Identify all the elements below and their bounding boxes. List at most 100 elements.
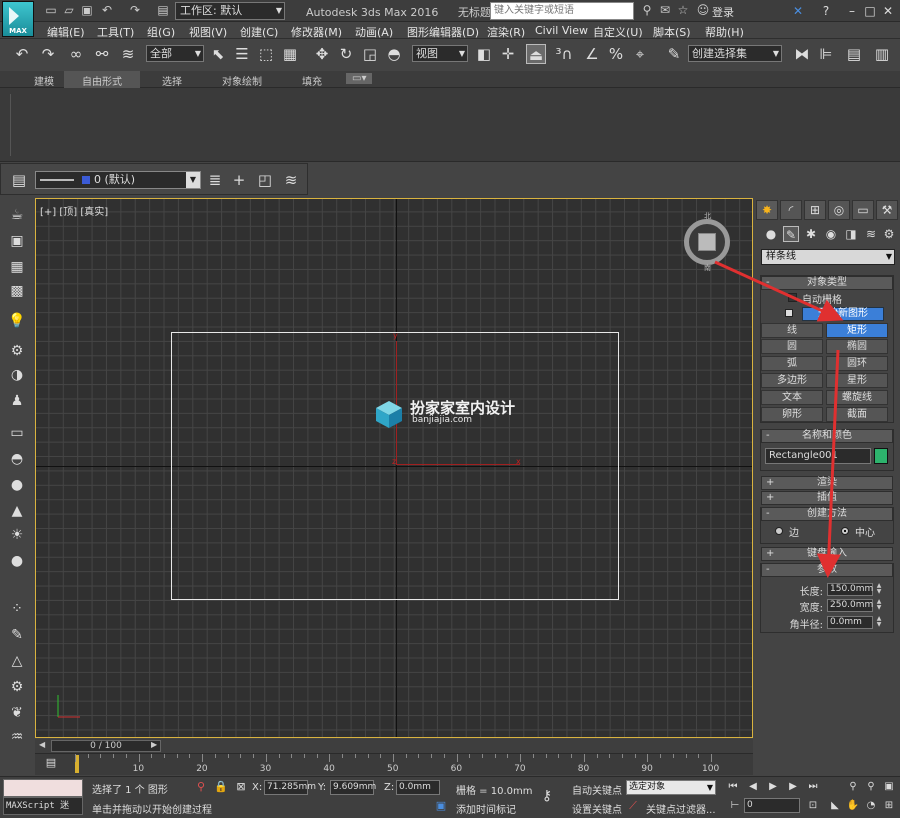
viewport-label[interactable]: [+] [顶] [真实]: [40, 203, 108, 218]
length-input[interactable]: 150.0mm: [827, 583, 873, 596]
width-input[interactable]: 250.0mm: [827, 599, 873, 612]
align-icon[interactable]: ⊫: [816, 44, 836, 64]
track-bar[interactable]: 10 20 30 40 50 60 70 80 90 100: [35, 753, 753, 775]
named-selection-dropdown[interactable]: 创建选择集 ▼: [688, 45, 782, 62]
name-and-color-header[interactable]: - 名称和颜色: [761, 429, 893, 443]
undo-icon[interactable]: ↶: [100, 3, 114, 17]
reference-coordinate-dropdown[interactable]: 视图 ▼: [412, 45, 468, 62]
auto-key-button[interactable]: 自动关键点: [572, 782, 622, 797]
viewcube[interactable]: [684, 219, 730, 265]
auto-grid-checkbox[interactable]: [788, 293, 797, 302]
spinner-snap-icon[interactable]: ⌖: [630, 44, 650, 64]
ribbon-toggle-icon[interactable]: ▭▾: [346, 73, 373, 84]
rectangular-selection-icon[interactable]: ⬚: [256, 44, 276, 64]
parameters-header[interactable]: - 参数: [761, 563, 893, 577]
ball-icon[interactable]: ●: [8, 552, 26, 570]
use-pivot-center-icon[interactable]: ◧: [474, 44, 494, 64]
zoom-icon[interactable]: ⚲: [846, 780, 860, 794]
hair-icon[interactable]: ♒: [8, 728, 26, 746]
gear-icon[interactable]: ⚙: [8, 678, 26, 696]
key-filters-icon[interactable]: ⟋: [626, 799, 640, 813]
close-button[interactable]: ✕: [880, 3, 896, 19]
current-frame-field[interactable]: 0: [744, 798, 800, 813]
dots-icon[interactable]: ⁘: [8, 600, 26, 618]
z-coordinate-field[interactable]: 0.0mm: [396, 780, 440, 795]
prev-frame-icon[interactable]: ◀: [39, 740, 45, 749]
display-tab-icon[interactable]: ▭: [852, 200, 874, 220]
geometry-icon[interactable]: ●: [763, 226, 779, 242]
edit-named-selection-icon[interactable]: ✎: [664, 44, 684, 64]
line-button[interactable]: 线: [761, 323, 823, 338]
select-and-link-icon[interactable]: ∞: [66, 44, 86, 64]
sphere-half-icon[interactable]: ◑: [8, 366, 26, 384]
select-and-rotate-icon[interactable]: ↻: [336, 44, 356, 64]
key-filter-selection-dropdown[interactable]: 选定对象 ▼: [626, 780, 716, 795]
toggle-ribbon-icon[interactable]: ▥: [872, 44, 892, 64]
create-layer-icon[interactable]: ≣: [205, 170, 225, 190]
text-button[interactable]: 文本: [761, 390, 823, 405]
add-to-layer-icon[interactable]: +: [229, 170, 249, 190]
grass-icon[interactable]: ❦: [8, 704, 26, 722]
new-scene-icon[interactable]: ▭: [44, 3, 58, 17]
favorites-star-icon[interactable]: ☆: [676, 3, 690, 17]
shapes-icon[interactable]: ✎: [783, 226, 799, 242]
triangle-icon[interactable]: △: [8, 652, 26, 670]
key-mode-icon[interactable]: ⊢: [728, 799, 742, 813]
layer-dropdown[interactable]: 0 (默认) ▼: [35, 171, 201, 189]
length-spinner[interactable]: ▲ ▼: [875, 583, 883, 596]
cameras-icon[interactable]: ◉: [823, 226, 839, 242]
next-frame-icon[interactable]: ▶: [151, 740, 157, 749]
save-file-icon[interactable]: ▣: [80, 3, 94, 17]
star-button[interactable]: 星形: [826, 373, 888, 388]
menu-civil-view[interactable]: Civil View: [535, 24, 588, 37]
camera-icon[interactable]: ⚙: [8, 342, 26, 360]
isolate-selection-icon[interactable]: ⚲: [194, 780, 208, 794]
circle-button[interactable]: 圆: [761, 339, 823, 354]
systems-icon[interactable]: ⚙: [881, 226, 897, 242]
tab-populate[interactable]: 填充: [302, 73, 322, 88]
add-time-tag[interactable]: 添加时间标记: [456, 801, 516, 816]
select-object-icon[interactable]: ⬉: [208, 44, 228, 64]
object-name-input[interactable]: Rectangle001: [765, 448, 871, 464]
start-new-shape-button[interactable]: 开始新图形: [802, 307, 884, 321]
exchange-apps-icon[interactable]: ✕: [790, 3, 806, 19]
zoom-all-icon[interactable]: ⚲: [864, 780, 878, 794]
tab-object-paint[interactable]: 对象绘制: [222, 73, 262, 88]
mini-curve-editor-icon[interactable]: ▤: [44, 756, 58, 770]
helpers-icon[interactable]: ◨: [843, 226, 859, 242]
time-slider-thumb[interactable]: 0 / 100: [51, 740, 161, 752]
select-manipulate-icon[interactable]: ✛: [498, 44, 518, 64]
project-folder-icon[interactable]: ▤: [156, 3, 170, 17]
unlink-selection-icon[interactable]: ⚯: [92, 44, 112, 64]
search-input[interactable]: 键入关键字或短语: [490, 2, 634, 20]
maxscript-listener[interactable]: MAXScript 迷: [3, 797, 83, 815]
time-slider[interactable]: ◀ 0 / 100 ▶: [35, 739, 753, 753]
y-coordinate-field[interactable]: 9.609mm: [330, 780, 376, 795]
previous-frame-icon[interactable]: ◀: [746, 780, 760, 794]
arc-button[interactable]: 弧: [761, 356, 823, 371]
interpolation-rollout-header[interactable]: + 插值: [761, 491, 893, 505]
time-configuration-icon[interactable]: ⊡: [806, 799, 820, 813]
keyboard-entry-rollout-header[interactable]: + 键盘输入: [761, 547, 893, 561]
communication-center-icon[interactable]: ✉: [658, 3, 672, 17]
sun-icon[interactable]: ☀: [8, 526, 26, 544]
x-coordinate-field[interactable]: 71.285mm: [264, 780, 316, 795]
percent-snap-icon[interactable]: %: [606, 44, 626, 64]
layer-manager-icon[interactable]: ▤: [9, 170, 29, 190]
figure-icon[interactable]: ♟: [8, 392, 26, 410]
open-file-icon[interactable]: ▱: [62, 3, 76, 17]
layer-explorer-icon[interactable]: ▤: [844, 44, 864, 64]
help-icon[interactable]: ?: [818, 3, 834, 19]
tab-freeform[interactable]: 自由形式: [64, 71, 140, 88]
pan-view-icon[interactable]: ✋: [846, 799, 860, 813]
tab-selection[interactable]: 选择: [162, 73, 182, 88]
calculator-icon[interactable]: ▦: [8, 258, 26, 276]
set-current-layer-icon[interactable]: ≋: [281, 170, 301, 190]
bind-to-space-warp-icon[interactable]: ≋: [118, 44, 138, 64]
center-radio[interactable]: [841, 527, 849, 535]
set-key-icon[interactable]: ⚷: [540, 789, 554, 803]
edge-radio[interactable]: [775, 527, 783, 535]
creation-method-header[interactable]: - 创建方法: [761, 507, 893, 521]
select-by-name-icon[interactable]: ☰: [232, 44, 252, 64]
time-tag-icon[interactable]: ▣: [434, 799, 448, 813]
